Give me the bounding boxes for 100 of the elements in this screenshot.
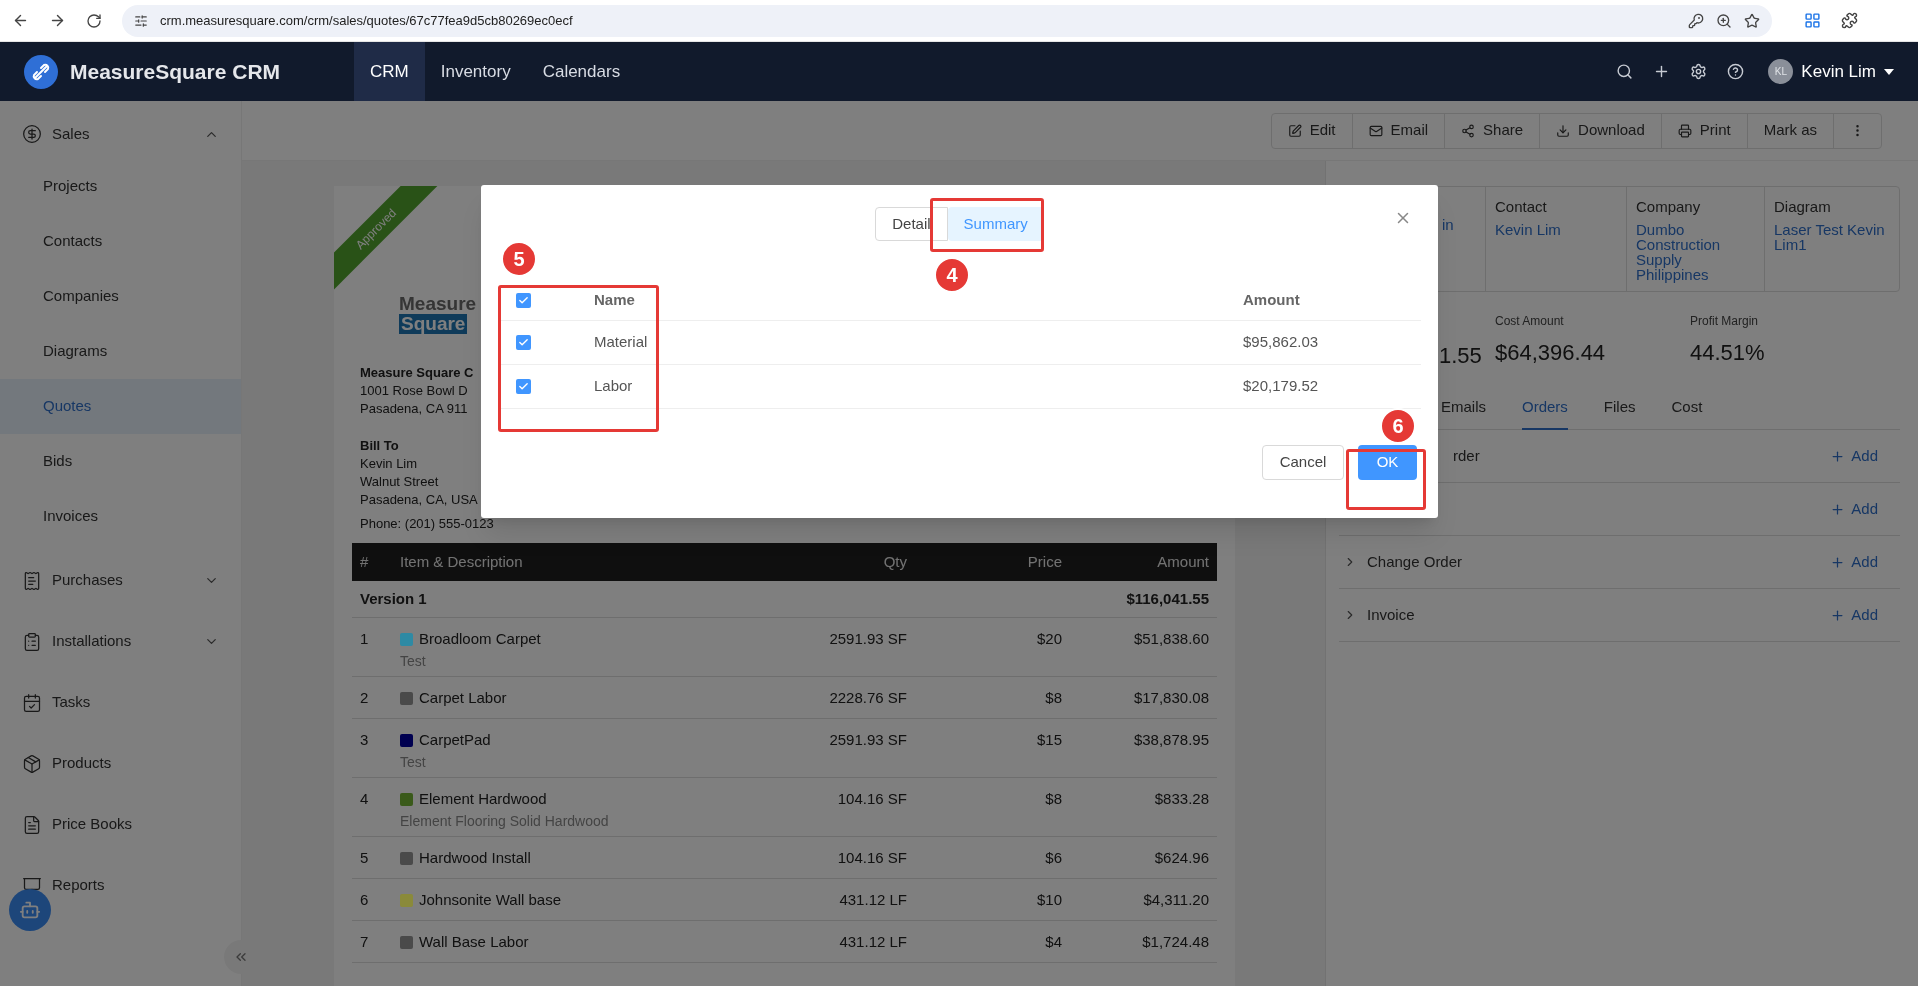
item-description: Test <box>400 752 427 772</box>
table-cell-text: $51,838.60 <box>1132 629 1209 649</box>
field-link[interactable]: Kevin Lim <box>1495 222 1617 237</box>
table-cell-text: $1,724.48 <box>1141 932 1209 952</box>
bill-to-heading: Bill To <box>360 437 399 455</box>
sidebar-subitem[interactable]: Quotes <box>0 379 241 434</box>
item-name: Element Hardwood <box>419 789 547 809</box>
table-cell-text: $17,830.08 <box>1132 688 1209 708</box>
address-bar[interactable]: crm.measuresquare.com/crm/sales/quotes/67c77fea9d5cb80269ec0ecf <box>122 4 1772 37</box>
column-header: Amount <box>1156 551 1209 572</box>
sidebar-subitem[interactable]: Diagrams <box>0 324 241 379</box>
company-name: Measure Square C <box>360 364 474 382</box>
sidebar-item[interactable]: Products <box>0 733 241 794</box>
nav-tab[interactable]: CRM <box>354 42 425 101</box>
table-cell-text: $624.96 <box>1153 848 1209 868</box>
panel-tab[interactable]: Emails <box>1441 386 1486 430</box>
brand-name[interactable]: MeasureSquare CRM <box>70 55 354 88</box>
field-link[interactable]: Dumbo Construction Supply Philippines <box>1636 222 1755 282</box>
stat-value: 1.55 <box>1439 342 1483 370</box>
sidebar-subitem[interactable]: Projects <box>0 159 241 214</box>
toolbar-button[interactable]: Mark as <box>1746 113 1833 148</box>
toolbar-button[interactable]: Edit <box>1271 113 1352 148</box>
table-cell-text: 431.12 LF <box>838 890 907 910</box>
add-button[interactable]: Add <box>1830 603 1878 627</box>
column-header: Price <box>1026 551 1062 572</box>
sidebar-item[interactable]: Installations <box>0 611 241 672</box>
sidebar-subitem[interactable]: Bids <box>0 434 241 489</box>
panel-tab[interactable]: Cost <box>1671 386 1703 430</box>
address-line: Phone: (201) 555-0123 <box>360 515 494 533</box>
reload-icon[interactable] <box>86 12 102 29</box>
download-icon <box>1556 123 1571 138</box>
logo-icon[interactable] <box>24 54 58 89</box>
plus-icon <box>1830 607 1846 623</box>
dollar-icon <box>22 124 42 144</box>
select-all-checkbox[interactable] <box>516 293 531 308</box>
sidebar-subitem[interactable]: Invoices <box>0 489 241 544</box>
sidebar-item[interactable]: Purchases <box>0 550 241 611</box>
printer-icon <box>1677 123 1692 138</box>
nav-tab[interactable]: Calendars <box>526 42 637 101</box>
sidebar-subitem[interactable]: Companies <box>0 269 241 324</box>
nav-tab[interactable]: Inventory <box>424 42 527 101</box>
order-section-row[interactable]: Invoice Add <box>1339 589 1900 642</box>
section-title[interactable]: Change Order <box>1367 550 1463 574</box>
section-title[interactable]: rder <box>1453 444 1480 468</box>
field-link[interactable]: in <box>1442 217 1476 232</box>
table-cell-text: 6 <box>360 890 370 910</box>
table-cell-text: Material <box>594 332 649 353</box>
box-icon <box>22 753 42 774</box>
cancel-button[interactable]: Cancel <box>1262 445 1344 480</box>
sidebar-item[interactable]: Price Books <box>0 794 241 855</box>
extensions-icon[interactable] <box>1841 12 1858 29</box>
back-icon[interactable] <box>12 12 29 29</box>
item-description: Test <box>400 651 427 671</box>
toolbar-button[interactable]: Share <box>1444 113 1540 148</box>
field-label: Contact <box>1495 199 1548 214</box>
stat-value: 44.51% <box>1690 339 1766 367</box>
url-text: crm.measuresquare.com/crm/sales/quotes/67c77fea9d5cb80269ec0ecf <box>160 11 573 30</box>
item-name: Johnsonite Wall base <box>419 890 562 910</box>
site-settings-icon[interactable] <box>134 13 148 28</box>
help-icon[interactable] <box>1727 63 1745 80</box>
caret-icon[interactable] <box>1884 68 1894 75</box>
view-tab[interactable]: Summary <box>947 207 1044 241</box>
toolbar-button[interactable]: Email <box>1351 113 1445 148</box>
panel-tab[interactable]: Files <box>1603 386 1636 430</box>
plus-icon <box>1830 554 1846 570</box>
toolbar-button[interactable]: Print <box>1660 113 1747 148</box>
table-cell-text: 104.16 SF <box>836 789 907 809</box>
order-section-row[interactable]: Change Order Add <box>1339 536 1900 589</box>
zoom-icon[interactable] <box>1716 12 1732 29</box>
bookmark-star-icon[interactable] <box>1744 12 1760 29</box>
user-avatar[interactable]: KL <box>1768 59 1794 84</box>
edit-icon <box>1287 123 1302 138</box>
table-cell-text: 3 <box>360 730 370 750</box>
checkmark-icon <box>518 381 529 392</box>
share-icon <box>1461 123 1476 138</box>
add-button[interactable]: Add <box>1830 444 1878 468</box>
table-cell-text: 104.16 SF <box>836 848 907 868</box>
extension-icon[interactable] <box>1804 12 1821 29</box>
forward-icon[interactable] <box>49 12 66 29</box>
table-cell-text: $10 <box>1035 890 1062 910</box>
sidebar-subitem[interactable]: Contacts <box>0 214 241 269</box>
column-header: Name <box>594 290 636 311</box>
user-name[interactable]: Kevin Lim <box>1801 58 1876 85</box>
add-button[interactable]: Add <box>1830 497 1878 521</box>
row-checkbox[interactable] <box>516 335 531 350</box>
panel-tab[interactable]: Orders <box>1522 386 1568 430</box>
robot-icon <box>19 899 41 921</box>
row-checkbox[interactable] <box>516 379 531 394</box>
plus-icon <box>1830 501 1846 517</box>
field-link[interactable]: Laser Test Kevin Lim1 <box>1774 222 1890 252</box>
sidebar-item[interactable]: Sales <box>0 109 241 159</box>
view-tab[interactable]: Detail <box>875 207 948 241</box>
key-icon[interactable] <box>1688 12 1704 29</box>
toolbar-button[interactable]: Download <box>1539 113 1661 148</box>
column-header: # <box>360 551 370 572</box>
section-title[interactable]: Invoice <box>1367 603 1415 627</box>
sidebar-item[interactable]: Tasks <box>0 672 241 733</box>
add-button[interactable]: Add <box>1830 550 1878 574</box>
search-icon[interactable] <box>1616 63 1634 80</box>
settings-icon[interactable] <box>1690 63 1708 80</box>
